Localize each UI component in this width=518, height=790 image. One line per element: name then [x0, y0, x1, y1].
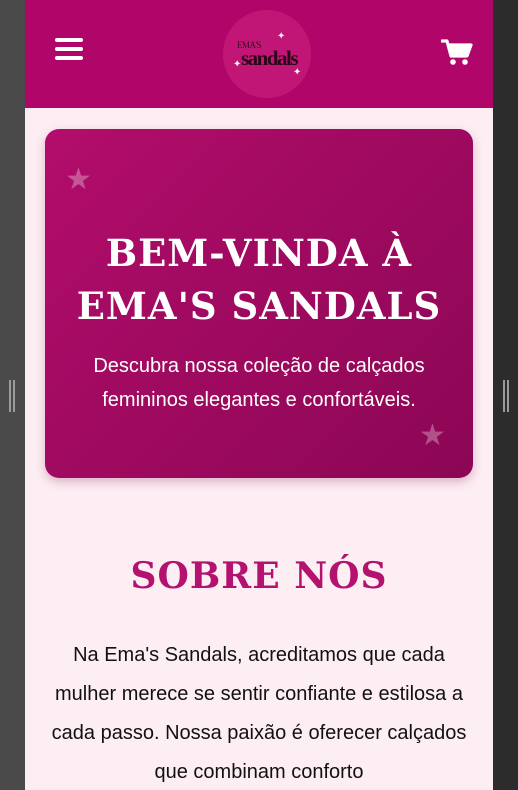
shopping-cart-icon[interactable] — [440, 38, 473, 66]
star-icon: ★ — [419, 419, 446, 452]
about-heading: SOBRE NÓS — [130, 555, 388, 597]
site-header: EMA'S sandals ✦ ✦ ✦ — [25, 0, 493, 108]
sparkle-icon: ✦ — [277, 31, 286, 42]
sparkle-icon: ✦ — [233, 59, 242, 70]
logo-big-text: sandals — [241, 46, 299, 70]
hamburger-icon[interactable] — [55, 38, 83, 64]
hero-banner: ★ ★ BEM-VINDA À EMA'S SANDALS Descubra n… — [45, 129, 473, 478]
brand-logo[interactable]: EMA'S sandals ✦ ✦ ✦ — [223, 10, 311, 98]
logo-wordmark: EMA'S sandals ✦ ✦ ✦ — [233, 31, 302, 78]
hero-title-line2: EMA'S SANDALS — [76, 284, 442, 328]
sparkle-icon: ✦ — [293, 67, 302, 78]
resize-handle-right[interactable] — [503, 380, 509, 412]
left-gutter — [0, 0, 25, 790]
page-viewport: EMA'S sandals ✦ ✦ ✦ ★ ★ BEM-VINDA À EMA'… — [25, 0, 493, 790]
hero-title: BEM-VINDA À EMA'S SANDALS — [45, 227, 473, 333]
star-icon: ★ — [65, 163, 92, 196]
hero-title-line1: BEM-VINDA À — [105, 231, 413, 275]
right-gutter — [493, 0, 518, 790]
resize-handle-left[interactable] — [9, 380, 15, 412]
about-paragraph: Na Ema's Sandals, acreditamos que cada m… — [51, 644, 467, 783]
hero-subtitle: Descubra nossa coleção de calçados femin… — [93, 355, 425, 411]
